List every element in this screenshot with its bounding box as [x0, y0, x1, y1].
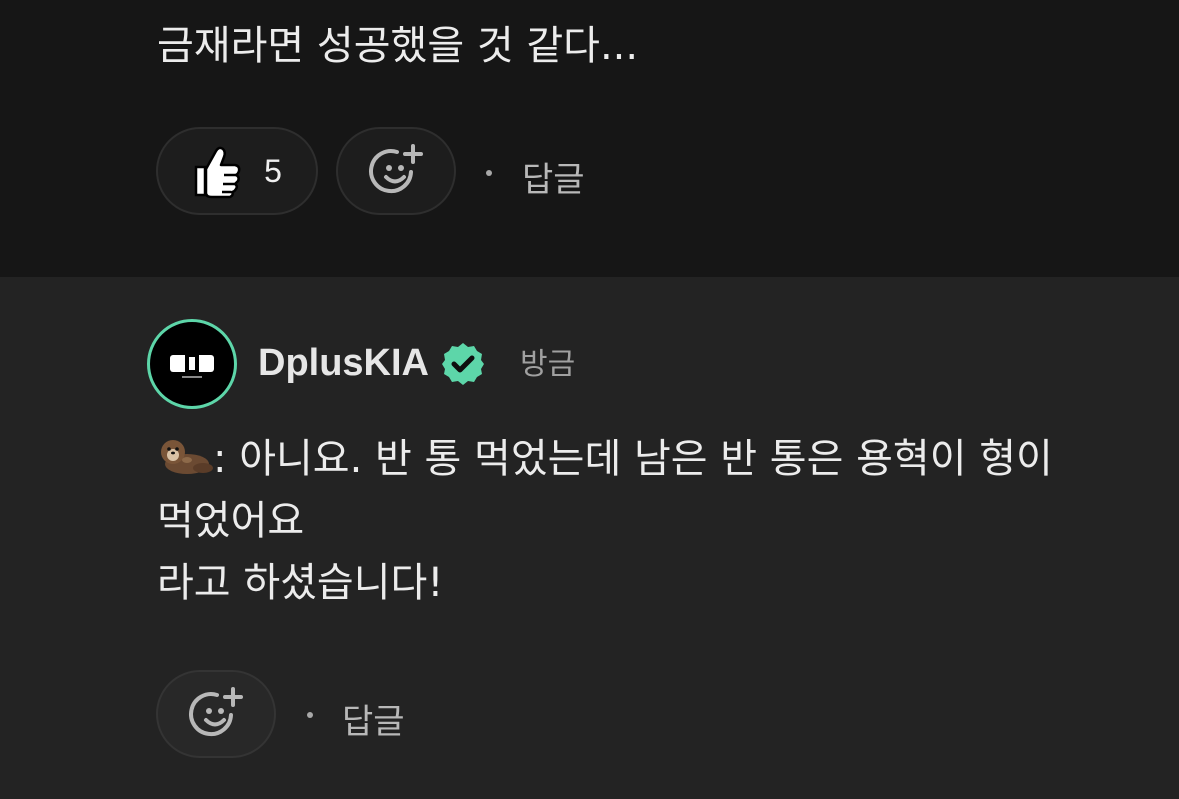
reply-line-3: 라고 하셨습니다! [157, 560, 444, 606]
reply-button[interactable]: 답글 [342, 694, 405, 743]
team-logo-icon [170, 353, 214, 378]
add-reaction-button[interactable] [336, 127, 456, 215]
add-reaction-smile-icon [189, 687, 243, 737]
separator-dot [486, 170, 492, 176]
add-reaction-smile-icon [369, 144, 423, 194]
author-name[interactable]: DplusKIA [258, 338, 429, 388]
thumbs-up-icon [194, 146, 241, 199]
comment-text: 금재라면 성공했을 것 같다... [157, 23, 639, 69]
add-reaction-button[interactable] [156, 670, 276, 758]
like-button[interactable]: 5 [156, 127, 318, 215]
reply-button[interactable]: 답글 [522, 152, 585, 201]
separator-dot [307, 712, 313, 718]
otter-emoji-icon [161, 440, 213, 474]
reply-line-2: 먹었어요 [157, 498, 305, 544]
avatar[interactable] [147, 319, 237, 409]
reply-text: : 아니요. 반 통 먹었는데 남은 반 통은 용혁이 형이 먹었어요 라고 하… [157, 428, 1053, 614]
timestamp: 방금 [520, 347, 576, 382]
reply-line-1-text: : 아니요. 반 통 먹었는데 남은 반 통은 용혁이 형이 [213, 436, 1053, 482]
verified-check-icon [442, 343, 484, 385]
reply-line-1: : 아니요. 반 통 먹었는데 남은 반 통은 용혁이 형이 [157, 428, 1053, 490]
left-strip [0, 277, 48, 799]
like-count: 5 [264, 152, 282, 189]
